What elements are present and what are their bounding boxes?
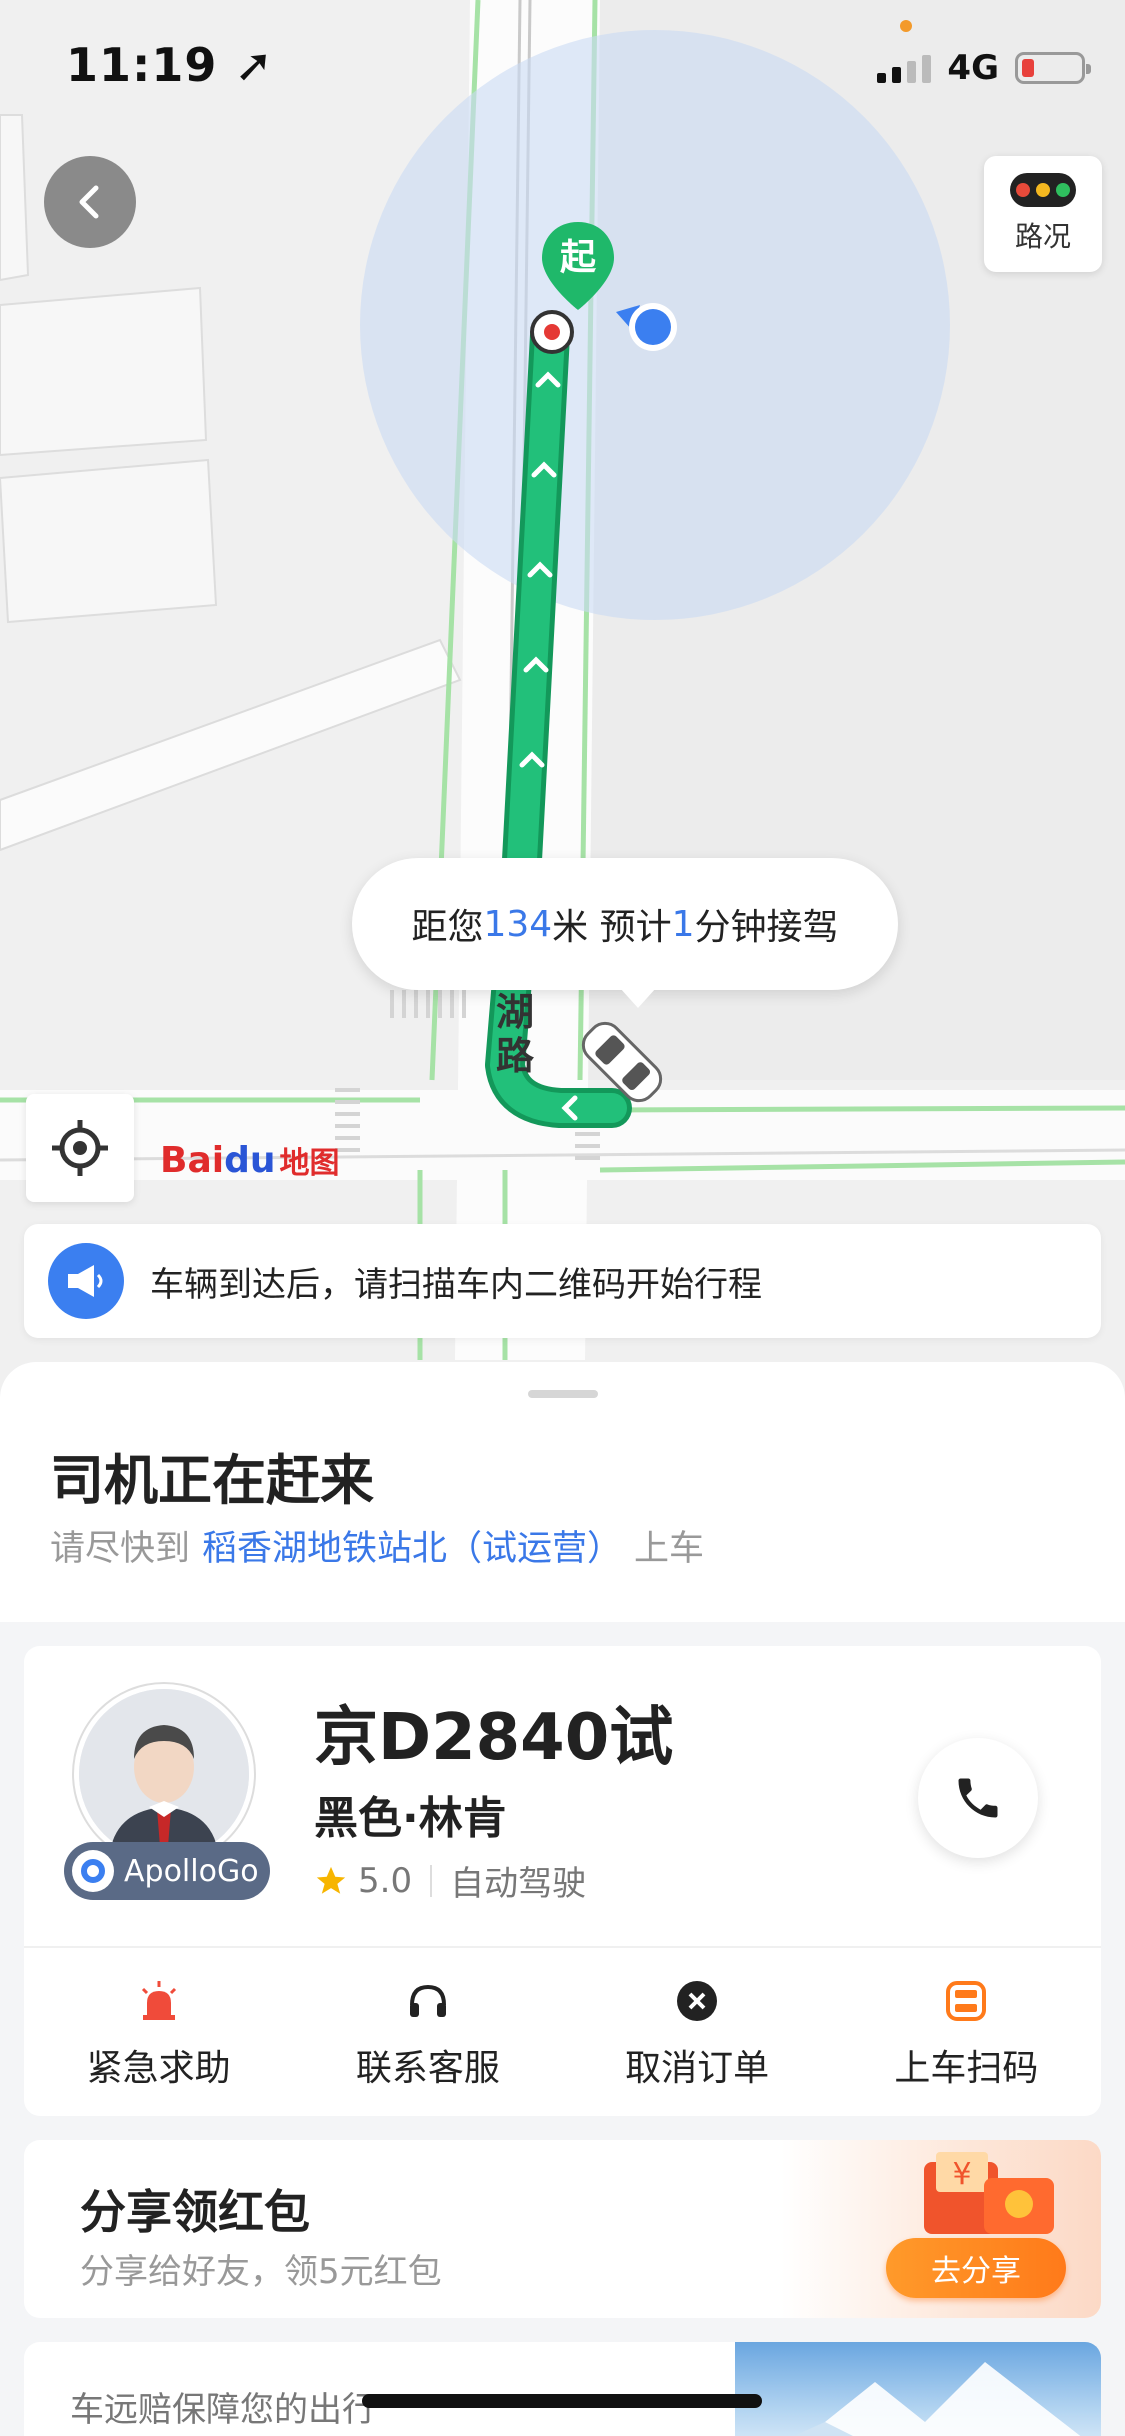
eta-prefix: 距您 [411, 907, 484, 948]
car-description: 黑色·林肯 [314, 1793, 507, 1844]
sheet-grabber[interactable] [528, 1390, 598, 1398]
network-type: 4G [947, 48, 999, 88]
insurance-card[interactable]: 车远赔保障您的出行 [24, 2342, 1101, 2436]
traffic-light-icon [1010, 173, 1076, 207]
svg-text:¥: ¥ [952, 2157, 971, 2192]
eta-minutes: 1 [671, 903, 695, 945]
license-plate: 京D2840试 [314, 1701, 674, 1775]
rating-value: 5.0 [358, 1860, 413, 1901]
trip-bottom-sheet[interactable]: 司机正在赶来 请尽快到 稻香湖地铁站北（试运营） 上车 ApolloGo 京D284… [0, 1362, 1125, 2436]
privacy-indicator [900, 20, 912, 32]
card-divider [24, 1946, 1101, 1948]
logo-bai: Bai [160, 1139, 225, 1181]
sheet-title: 司机正在赶来 [50, 1449, 374, 1512]
pickup-suffix: 上车 [634, 1529, 705, 1569]
start-pin-label: 起 [559, 237, 596, 278]
action-bar: 紧急求助 联系客服 取消订单 上车扫码 [24, 1952, 1101, 2116]
driver-avatar [74, 1684, 254, 1864]
start-pin: 起 [538, 218, 618, 314]
notice-text: 车辆到达后，请扫描车内二维码开始行程 [150, 1264, 762, 1305]
eta-distance: 134 [483, 903, 553, 945]
action-label: 取消订单 [625, 2048, 770, 2089]
logo-du: du [224, 1139, 276, 1181]
headset-icon [404, 1977, 452, 2025]
back-button[interactable] [44, 156, 136, 248]
alarm-icon [135, 1977, 183, 2025]
rating-separator [430, 1864, 433, 1897]
road-name: 湖路 [495, 990, 534, 1078]
pickup-instruction: 请尽快到 稻香湖地铁站北（试运营） 上车 [50, 1520, 704, 1571]
call-button[interactable] [918, 1738, 1038, 1858]
pickup-prefix: 请尽快到 [50, 1529, 191, 1569]
map-view[interactable]: 11:19 ➚ 4G 路况 起 湖路 距您 134 米 预计 1 分钟接驾 Ba… [0, 0, 1125, 1400]
contact-support-button[interactable]: 联系客服 [293, 1952, 562, 2116]
battery-icon [1015, 52, 1091, 84]
rating-row: 5.0 自动驾驶 [314, 1856, 586, 1905]
cellular-signal-icon [877, 53, 932, 83]
phone-icon [958, 1778, 998, 1818]
pickup-location-link[interactable]: 稻香湖地铁站北（试运营） [202, 1529, 622, 1569]
traffic-toggle-button[interactable]: 路况 [984, 156, 1102, 272]
emergency-help-button[interactable]: 紧急求助 [24, 1952, 293, 2116]
share-red-packet-card[interactable]: 分享领红包 分享给好友，领5元红包 ¥ 去分享 [24, 2140, 1101, 2318]
share-title: 分享领红包 [80, 2185, 310, 2239]
baidu-map-logo: Bai du 地图 [160, 1138, 339, 1182]
logo-ditu: 地图 [279, 1146, 340, 1181]
cancel-icon [673, 1977, 721, 2025]
share-subtitle: 分享给好友，领5元红包 [80, 2252, 442, 2292]
insurance-text: 车远赔保障您的出行 [70, 2390, 376, 2430]
drive-mode: 自动驾驶 [450, 1864, 587, 1904]
apollo-go-badge: ApolloGo [64, 1842, 270, 1900]
scan-to-board-button[interactable]: 上车扫码 [832, 1952, 1101, 2116]
sheet-header: 司机正在赶来 请尽快到 稻香湖地铁站北（试运营） 上车 [0, 1362, 1125, 1622]
insurance-banner-image [735, 2342, 1101, 2436]
megaphone-icon [48, 1243, 124, 1319]
status-bar: 11:19 ➚ 4G [0, 0, 1125, 140]
apollo-badge-label: ApolloGo [124, 1853, 259, 1889]
boarding-notice: 车辆到达后，请扫描车内二维码开始行程 [24, 1224, 1101, 1338]
apollo-logo-icon [72, 1850, 114, 1892]
red-packet-icon: ¥ [924, 2152, 1054, 2234]
status-time: 11:19 ➚ [66, 38, 274, 92]
home-indicator[interactable] [362, 2394, 762, 2408]
eta-distance-unit: 米 预计 [552, 907, 672, 948]
scan-icon [942, 1977, 990, 2025]
action-label: 上车扫码 [894, 2048, 1039, 2089]
eta-bubble: 距您 134 米 预计 1 分钟接驾 [352, 858, 898, 1008]
person-avatar-icon [79, 1689, 249, 1859]
star-icon [316, 1866, 346, 1894]
action-label: 紧急求助 [86, 2048, 231, 2089]
cancel-order-button[interactable]: 取消订单 [563, 1952, 832, 2116]
share-button[interactable]: 去分享 [886, 2238, 1066, 2298]
action-label: 联系客服 [355, 2048, 500, 2089]
eta-suffix: 分钟接驾 [694, 907, 839, 948]
driver-card: ApolloGo 京D2840试 黑色·林肯 5.0 自动驾驶 紧急求助 联系客… [24, 1646, 1101, 2116]
chevron-left-icon [79, 185, 99, 219]
locate-me-button[interactable] [26, 1094, 134, 1202]
crosshair-icon [52, 1120, 108, 1176]
map-canvas [0, 0, 1125, 1400]
traffic-label: 路况 [1014, 220, 1071, 253]
